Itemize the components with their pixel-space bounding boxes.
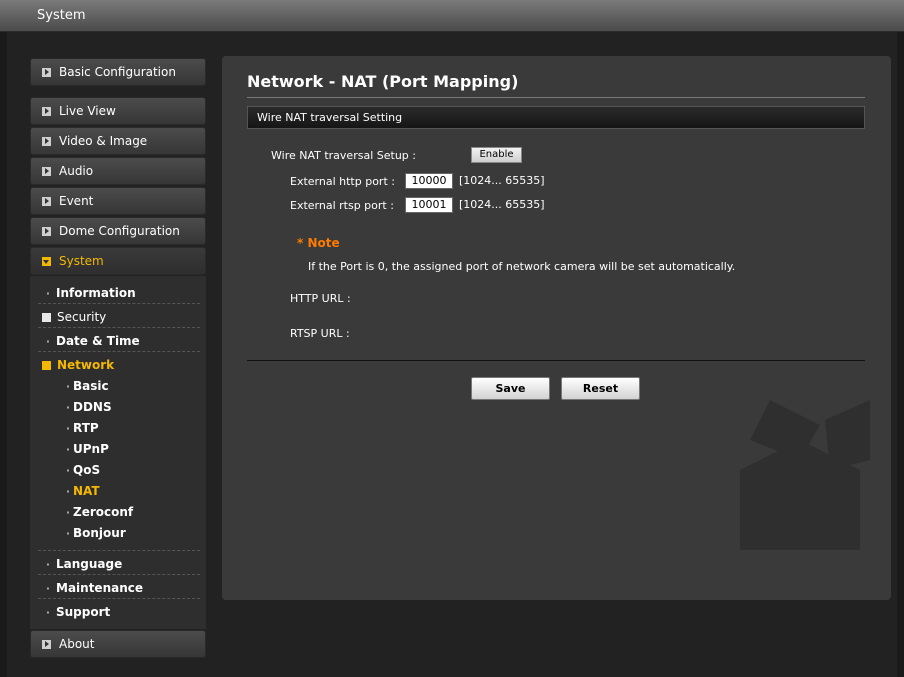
sidebar-item-label: NAT bbox=[73, 484, 100, 498]
bullet-icon: · bbox=[45, 334, 51, 348]
sidebar-item-network-zeroconf[interactable]: · Zeroconf bbox=[63, 503, 200, 521]
sidebar-item-information[interactable]: · Information bbox=[40, 284, 200, 302]
arrow-right-icon bbox=[42, 67, 51, 77]
menu-label: System bbox=[59, 254, 104, 268]
expand-square-icon bbox=[42, 360, 51, 370]
note-title: * Note bbox=[297, 236, 340, 250]
rtsp-port-label: External rtsp port : bbox=[290, 199, 394, 212]
divider bbox=[38, 550, 200, 551]
sidebar-item-label: Network bbox=[57, 358, 115, 372]
sidebar-item-label: Bonjour bbox=[73, 526, 126, 540]
sidebar-item-network-rtp[interactable]: · RTP bbox=[63, 419, 200, 437]
bullet-icon: · bbox=[45, 581, 51, 595]
menu-system[interactable]: System bbox=[30, 247, 206, 275]
sidebar-item-network-nat[interactable]: · NAT bbox=[63, 482, 200, 500]
bullet-icon: · bbox=[65, 526, 71, 540]
bullet-icon: · bbox=[65, 463, 71, 477]
http-port-label: External http port : bbox=[290, 175, 395, 188]
bullet-icon: · bbox=[65, 505, 71, 519]
expand-square-icon bbox=[42, 312, 51, 322]
bullet-icon: · bbox=[65, 379, 71, 393]
sidebar-item-label: QoS bbox=[73, 463, 101, 477]
arrow-right-icon bbox=[42, 166, 51, 176]
menu-live-view[interactable]: Live View bbox=[30, 97, 206, 125]
divider bbox=[247, 360, 865, 361]
divider bbox=[38, 351, 200, 352]
brand-watermark-icon bbox=[740, 400, 870, 550]
sidebar-item-support[interactable]: · Support bbox=[40, 603, 200, 621]
enable-button[interactable]: Enable bbox=[471, 147, 522, 163]
sidebar-item-label: Language bbox=[56, 557, 123, 571]
nat-setup-label: Wire NAT traversal Setup : bbox=[271, 149, 416, 162]
reset-button[interactable]: Reset bbox=[561, 377, 640, 400]
sidebar-item-label: RTP bbox=[73, 421, 99, 435]
divider bbox=[38, 303, 200, 304]
sidebar-item-network-ddns[interactable]: · DDNS bbox=[63, 398, 200, 416]
window-title: System bbox=[37, 8, 86, 23]
bullet-icon: · bbox=[45, 557, 51, 571]
menu-label: Basic Configuration bbox=[59, 65, 176, 79]
bullet-icon: · bbox=[45, 605, 51, 619]
rtsp-url-label: RTSP URL : bbox=[290, 327, 350, 340]
divider bbox=[38, 327, 200, 328]
sidebar-item-network[interactable]: Network bbox=[40, 356, 200, 374]
menu-dome-configuration[interactable]: Dome Configuration bbox=[30, 217, 206, 245]
menu-label: Dome Configuration bbox=[59, 224, 180, 238]
menu-label: Live View bbox=[59, 104, 116, 118]
divider bbox=[247, 97, 865, 98]
menu-label: Audio bbox=[59, 164, 94, 178]
sidebar-item-label: Maintenance bbox=[56, 581, 144, 595]
sidebar-item-network-basic[interactable]: · Basic bbox=[63, 377, 200, 395]
sidebar-item-security[interactable]: Security bbox=[40, 308, 200, 326]
sidebar-item-label: Security bbox=[57, 310, 107, 324]
sidebar-item-label: DDNS bbox=[73, 400, 112, 414]
sidebar-item-maintenance[interactable]: · Maintenance bbox=[40, 579, 200, 597]
sidebar-item-label: Basic bbox=[73, 379, 109, 393]
menu-label: Video & Image bbox=[59, 134, 148, 148]
divider bbox=[38, 574, 200, 575]
menu-audio[interactable]: Audio bbox=[30, 157, 206, 185]
http-port-range: [1024... 65535] bbox=[459, 174, 545, 187]
menu-about[interactable]: About bbox=[30, 630, 206, 658]
rtsp-port-input[interactable]: 10001 bbox=[405, 197, 453, 213]
menu-basic-configuration[interactable]: Basic Configuration bbox=[30, 58, 206, 86]
section-header: Wire NAT traversal Setting bbox=[247, 106, 865, 129]
sidebar-item-label: UPnP bbox=[73, 442, 109, 456]
page-title: Network - NAT (Port Mapping) bbox=[247, 72, 519, 91]
save-button[interactable]: Save bbox=[471, 377, 550, 400]
sidebar-item-label: Date & Time bbox=[56, 334, 140, 348]
sidebar-item-network-bonjour[interactable]: · Bonjour bbox=[63, 524, 200, 542]
bullet-icon: · bbox=[65, 442, 71, 456]
bullet-icon: · bbox=[65, 421, 71, 435]
arrow-right-icon bbox=[42, 196, 51, 206]
arrow-down-icon bbox=[42, 256, 51, 266]
note-text: If the Port is 0, the assigned port of n… bbox=[308, 260, 736, 273]
bullet-icon: · bbox=[45, 286, 51, 300]
menu-event[interactable]: Event bbox=[30, 187, 206, 215]
bullet-icon: · bbox=[65, 400, 71, 414]
divider bbox=[38, 598, 200, 599]
arrow-right-icon bbox=[42, 226, 51, 236]
menu-label: Event bbox=[59, 194, 94, 208]
arrow-right-icon bbox=[42, 639, 51, 649]
arrow-right-icon bbox=[42, 106, 51, 116]
menu-label: About bbox=[59, 637, 95, 651]
bullet-icon: · bbox=[65, 484, 71, 498]
http-url-label: HTTP URL : bbox=[290, 292, 351, 305]
sidebar-item-label: Support bbox=[56, 605, 111, 619]
sidebar-item-language[interactable]: · Language bbox=[40, 555, 200, 573]
sidebar-item-network-qos[interactable]: · QoS bbox=[63, 461, 200, 479]
http-port-input[interactable]: 10000 bbox=[405, 173, 453, 189]
window-titlebar: System bbox=[0, 0, 904, 32]
sidebar-item-label: Zeroconf bbox=[73, 505, 134, 519]
sidebar-item-label: Information bbox=[56, 286, 136, 300]
sidebar-item-date-time[interactable]: · Date & Time bbox=[40, 332, 200, 350]
arrow-right-icon bbox=[42, 136, 51, 146]
menu-video-image[interactable]: Video & Image bbox=[30, 127, 206, 155]
rtsp-port-range: [1024... 65535] bbox=[459, 198, 545, 211]
sidebar-item-network-upnp[interactable]: · UPnP bbox=[63, 440, 200, 458]
